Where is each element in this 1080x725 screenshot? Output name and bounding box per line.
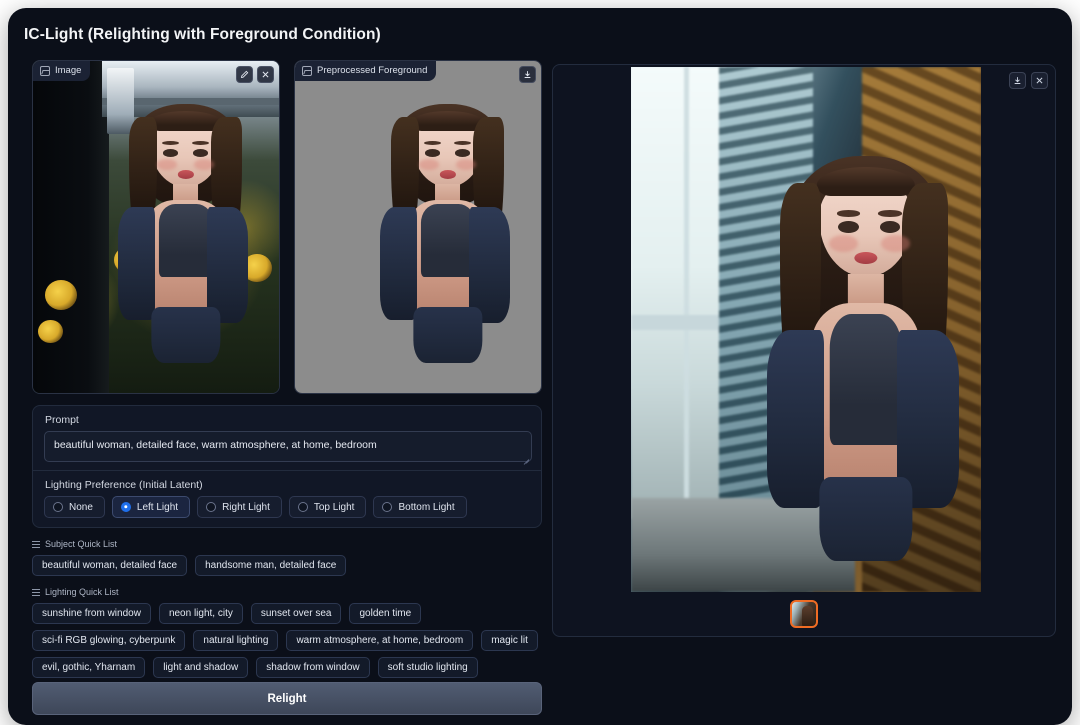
- input-image-surface[interactable]: Image: [33, 61, 279, 393]
- lighting-radio-none[interactable]: None: [44, 496, 105, 518]
- radio-dot-icon: [120, 502, 131, 512]
- lighting-chip[interactable]: natural lighting: [193, 630, 279, 651]
- input-image-panel[interactable]: Image: [32, 60, 280, 394]
- app-window: IC-Light (Relighting with Foreground Con…: [8, 8, 1072, 725]
- result-photo: [631, 67, 981, 592]
- lighting-radio-label: None: [69, 501, 93, 513]
- prompt-label: Prompt: [45, 414, 79, 426]
- lighting-chip[interactable]: shadow from window: [256, 657, 370, 678]
- lighting-radio-label: Left Light: [136, 501, 179, 513]
- input-image-tag: Image: [33, 61, 91, 81]
- lighting-chip[interactable]: neon light, city: [158, 603, 243, 624]
- subject-quick-list-header: Subject Quick List: [32, 539, 542, 549]
- lighting-chip[interactable]: sunshine from window: [32, 603, 151, 624]
- lighting-chip[interactable]: magic lit: [481, 630, 538, 651]
- subject-chip[interactable]: beautiful woman, detailed face: [32, 555, 188, 576]
- result-image[interactable]: [631, 67, 981, 592]
- input-image-tools[interactable]: [236, 66, 274, 83]
- subject-chip-row[interactable]: beautiful woman, detailed face handsome m…: [32, 555, 542, 576]
- lighting-radio-right-light[interactable]: Right Light: [197, 496, 282, 518]
- list-icon: [32, 588, 40, 596]
- lighting-radio-left-light[interactable]: Left Light: [111, 496, 191, 518]
- subject-quick-list-title: Subject Quick List: [45, 539, 118, 549]
- lighting-radio-label: Top Light: [313, 501, 355, 513]
- lighting-chip[interactable]: light and shadow: [153, 657, 249, 678]
- lighting-chip[interactable]: soft studio lighting: [377, 657, 478, 678]
- close-icon[interactable]: [257, 66, 274, 83]
- list-icon: [32, 540, 40, 548]
- foreground-tag: Preprocessed Foreground: [295, 61, 437, 81]
- lighting-radio-bottom-light[interactable]: Bottom Light: [373, 496, 467, 518]
- lighting-quick-list-header: Lighting Quick List: [32, 587, 542, 597]
- subject-quick-list: Subject Quick List beautiful woman, deta…: [32, 539, 542, 576]
- lighting-chip[interactable]: sci-fi RGB glowing, cyberpunk: [32, 630, 186, 651]
- lighting-chip[interactable]: warm atmosphere, at home, bedroom: [286, 630, 474, 651]
- radio-dot-icon: [297, 502, 308, 512]
- lighting-radio-label: Bottom Light: [398, 501, 455, 513]
- edit-icon[interactable]: [236, 66, 253, 83]
- lighting-radio-label: Right Light: [222, 501, 270, 513]
- image-icon: [40, 65, 50, 76]
- input-image-tag-label: Image: [55, 65, 82, 76]
- result-thumbnail-row[interactable]: [553, 600, 1055, 628]
- foreground-tag-label: Preprocessed Foreground: [317, 65, 428, 76]
- download-icon[interactable]: [1009, 72, 1026, 89]
- subject-chip[interactable]: handsome man, detailed face: [195, 555, 347, 576]
- foreground-image-surface[interactable]: Preprocessed Foreground: [295, 61, 541, 393]
- radio-dot-icon: [382, 502, 393, 512]
- lighting-chip[interactable]: sunset over sea: [250, 603, 342, 624]
- download-icon[interactable]: [519, 66, 536, 83]
- left-column: Image Preprocessed Foreground Prompt bea…: [24, 60, 544, 725]
- close-icon[interactable]: [1031, 72, 1048, 89]
- image-icon: [302, 65, 312, 76]
- result-panel[interactable]: [552, 64, 1056, 637]
- preprocessed-foreground-panel[interactable]: Preprocessed Foreground: [294, 60, 542, 394]
- relight-button[interactable]: Relight: [32, 682, 542, 715]
- lighting-radio-top-light[interactable]: Top Light: [288, 496, 367, 518]
- prompt-input[interactable]: [44, 431, 532, 462]
- radio-dot-icon: [53, 502, 63, 512]
- lighting-preference-label: Lighting Preference (Initial Latent): [45, 479, 203, 491]
- lighting-preference-radio-group[interactable]: None Left Light Right Light Top Light Bottom…: [44, 496, 467, 518]
- lighting-quick-list-title: Lighting Quick List: [45, 587, 119, 597]
- foreground-tools[interactable]: [519, 66, 536, 83]
- result-thumbnail[interactable]: [790, 600, 818, 628]
- radio-dot-icon: [206, 502, 217, 512]
- result-tools[interactable]: [1009, 72, 1048, 89]
- options-panel: Prompt Lighting Preference (Initial Late…: [32, 405, 542, 528]
- lighting-chip[interactable]: evil, gothic, Yharnam: [32, 657, 146, 678]
- lighting-chip[interactable]: golden time: [349, 603, 422, 624]
- input-photo: [33, 61, 279, 393]
- page-title: IC-Light (Relighting with Foreground Con…: [24, 26, 381, 43]
- foreground-photo: [295, 61, 541, 393]
- divider: [33, 470, 541, 471]
